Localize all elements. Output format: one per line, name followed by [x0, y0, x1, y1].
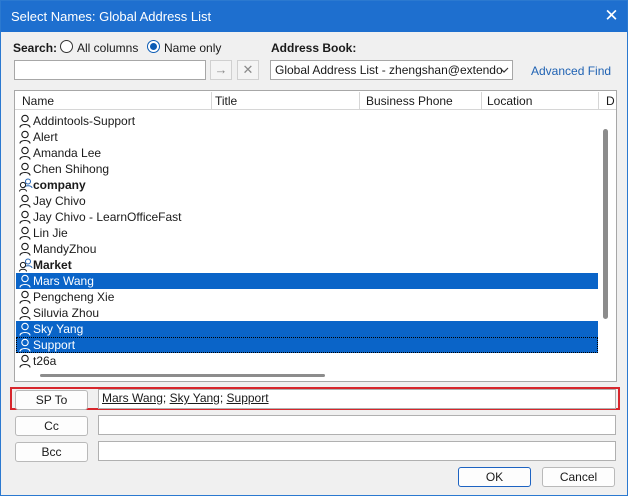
contact-name: Sky Yang: [33, 322, 84, 336]
column-header-d[interactable]: D: [606, 94, 615, 108]
column-header-row: Name Title Business Phone Location D: [15, 91, 616, 110]
column-header-name[interactable]: Name: [22, 94, 54, 108]
contact-name: Addintools-Support: [33, 114, 136, 128]
ok-button[interactable]: OK: [458, 467, 531, 487]
dialog-title: Select Names: Global Address List: [11, 9, 212, 24]
contact-row[interactable]: Lin Jie: [16, 225, 598, 241]
contact-name: Jay Chivo: [33, 194, 86, 208]
column-header-location[interactable]: Location: [487, 94, 532, 108]
group-icon: [19, 258, 33, 272]
contact-name: Lin Jie: [33, 226, 68, 240]
close-icon[interactable]: ✕: [596, 1, 627, 32]
person-icon: [19, 338, 31, 352]
search-label: Search:: [13, 41, 58, 55]
radio-name-only-label[interactable]: Name only: [164, 41, 221, 55]
contact-name: Market: [33, 258, 72, 272]
to-button[interactable]: SP To: [15, 390, 88, 410]
person-icon: [19, 194, 31, 208]
contact-name: Jay Chivo - LearnOfficeFast: [33, 210, 182, 224]
group-icon: [19, 178, 33, 192]
column-divider[interactable]: [211, 92, 212, 109]
person-icon: [19, 290, 31, 304]
person-icon: [19, 322, 31, 336]
recipient-separator: ;: [219, 391, 227, 405]
cancel-button[interactable]: Cancel: [542, 467, 615, 487]
contact-name: Support: [33, 338, 76, 352]
contact-row[interactable]: Jay Chivo - LearnOfficeFast: [16, 209, 598, 225]
person-icon: [19, 226, 31, 240]
contact-row[interactable]: Mars Wang: [16, 273, 598, 289]
contact-row[interactable]: Support: [16, 337, 598, 353]
contact-row[interactable]: Siluvia Zhou: [16, 305, 598, 321]
column-divider[interactable]: [481, 92, 482, 109]
address-book-value: Global Address List - zhengshan@extendo: [275, 63, 503, 77]
radio-all-columns[interactable]: [60, 40, 73, 53]
person-icon: [19, 210, 31, 224]
to-recipient[interactable]: Support: [227, 391, 269, 405]
clear-search-icon[interactable]: ✕: [237, 60, 259, 80]
contact-name: company: [33, 178, 86, 192]
address-book-label: Address Book:: [271, 41, 357, 55]
person-icon: [19, 162, 31, 176]
advanced-find-link[interactable]: Advanced Find: [531, 64, 611, 78]
address-book-select[interactable]: Global Address List - zhengshan@extendo: [270, 60, 513, 80]
contact-name: t26a: [33, 354, 57, 368]
person-icon: [19, 306, 31, 320]
search-input[interactable]: [14, 60, 206, 80]
contact-row[interactable]: MandyZhou: [16, 241, 598, 257]
to-recipient[interactable]: Mars Wang: [102, 391, 163, 405]
recipient-separator: ;: [162, 391, 170, 405]
cc-button[interactable]: Cc: [15, 416, 88, 436]
contact-name: Amanda Lee: [33, 146, 102, 160]
contact-name: Chen Shihong: [33, 162, 110, 176]
person-icon: [19, 114, 31, 128]
select-names-dialog: Select Names: Global Address List ✕ Sear…: [0, 0, 628, 496]
contact-row[interactable]: Jay Chivo: [16, 193, 598, 209]
contact-row[interactable]: Chen Shihong: [16, 161, 598, 177]
contact-name: MandyZhou: [33, 242, 97, 256]
contact-row[interactable]: t26a: [16, 353, 598, 369]
to-recipient[interactable]: Sky Yang: [170, 391, 220, 405]
contact-group-row[interactable]: company: [16, 177, 598, 193]
person-icon: [19, 242, 31, 256]
column-header-business-phone[interactable]: Business Phone: [366, 94, 453, 108]
person-icon: [19, 130, 31, 144]
to-field[interactable]: Mars Wang; Sky Yang; Support: [98, 389, 616, 409]
contact-row[interactable]: Addintools-Support: [16, 113, 598, 129]
contact-group-row[interactable]: Market: [16, 257, 598, 273]
contact-name: Pengcheng Xie: [33, 290, 115, 304]
contact-row[interactable]: Sky Yang: [16, 321, 598, 337]
column-header-title[interactable]: Title: [215, 94, 237, 108]
contact-row[interactable]: Pengcheng Xie: [16, 289, 598, 305]
bcc-button[interactable]: Bcc: [15, 442, 88, 462]
contact-list[interactable]: Name Title Business Phone Location D Add…: [14, 90, 617, 382]
person-icon: [19, 354, 31, 368]
radio-name-only[interactable]: [147, 40, 160, 53]
column-divider[interactable]: [359, 92, 360, 109]
radio-all-columns-label[interactable]: All columns: [77, 41, 138, 55]
title-bar: Select Names: Global Address List ✕: [1, 1, 627, 32]
column-divider[interactable]: [598, 92, 599, 109]
contact-row[interactable]: Amanda Lee: [16, 145, 598, 161]
chevron-down-icon: [499, 61, 509, 79]
contact-name: Alert: [33, 130, 58, 144]
contact-row[interactable]: Alert: [16, 129, 598, 145]
go-arrow-icon[interactable]: →: [210, 60, 232, 80]
contact-name: Mars Wang: [33, 274, 94, 288]
cc-field[interactable]: [98, 415, 616, 435]
bcc-field[interactable]: [98, 441, 616, 461]
person-icon: [19, 146, 31, 160]
horizontal-scrollbar[interactable]: [40, 374, 325, 377]
person-icon: [19, 274, 31, 288]
contact-name: Siluvia Zhou: [33, 306, 100, 320]
vertical-scrollbar[interactable]: [603, 129, 608, 319]
